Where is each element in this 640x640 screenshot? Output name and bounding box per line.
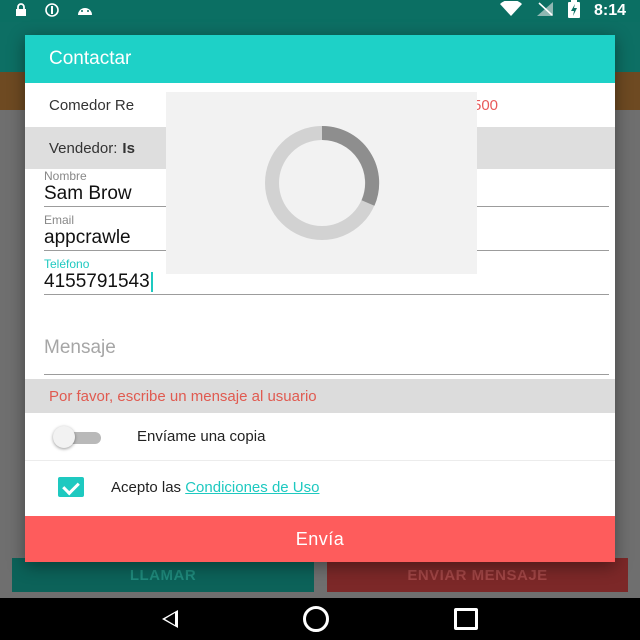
send-button[interactable]: Envía — [25, 516, 615, 562]
dialog-title: Contactar — [25, 35, 615, 83]
terms-checkbox[interactable] — [58, 477, 84, 497]
status-bar: 8:14 — [0, 0, 640, 22]
toggle-thumb — [53, 425, 75, 448]
terms-link[interactable]: Condiciones de Uso — [185, 479, 319, 496]
copy-row: Envíame una copia — [25, 413, 615, 461]
status-left-icons — [14, 3, 94, 19]
copy-label: Envíame una copia — [137, 428, 266, 445]
copy-toggle[interactable] — [53, 425, 103, 449]
terms-row: Acepto las Condiciones de Uso — [25, 461, 615, 513]
lock-icon — [14, 3, 28, 19]
no-signal-icon — [536, 1, 554, 22]
phone-value: 4155791543 — [44, 271, 150, 292]
back-icon[interactable] — [162, 610, 179, 628]
status-right-icons: 8:14 — [499, 0, 626, 23]
terms-text: Acepto las Condiciones de Uso — [111, 479, 319, 496]
message-input[interactable]: Mensaje — [44, 323, 609, 375]
send-message-button[interactable]: ENVIAR MENSAJE — [327, 558, 628, 592]
circle-icon — [44, 3, 60, 19]
battery-charging-icon — [567, 0, 580, 23]
seller-label: Vendedor: — [49, 139, 118, 157]
phone-input[interactable]: 4155791543 — [44, 271, 609, 295]
terms-prefix: Acepto las — [111, 478, 182, 496]
navigation-bar — [0, 598, 640, 640]
product-name: Comedor Re — [49, 96, 135, 114]
recent-apps-icon[interactable] — [453, 608, 478, 630]
clock: 8:14 — [593, 2, 626, 19]
wifi-icon — [499, 0, 522, 22]
home-icon[interactable] — [302, 606, 329, 632]
text-cursor — [150, 271, 153, 292]
error-message: Por favor, escribe un mensaje al usuario — [25, 379, 615, 413]
android-icon — [76, 3, 94, 19]
loading-spinner-icon — [264, 125, 379, 240]
seller-name: Is — [122, 139, 135, 157]
call-button[interactable]: LLAMAR — [12, 558, 314, 592]
loading-overlay — [166, 92, 477, 274]
